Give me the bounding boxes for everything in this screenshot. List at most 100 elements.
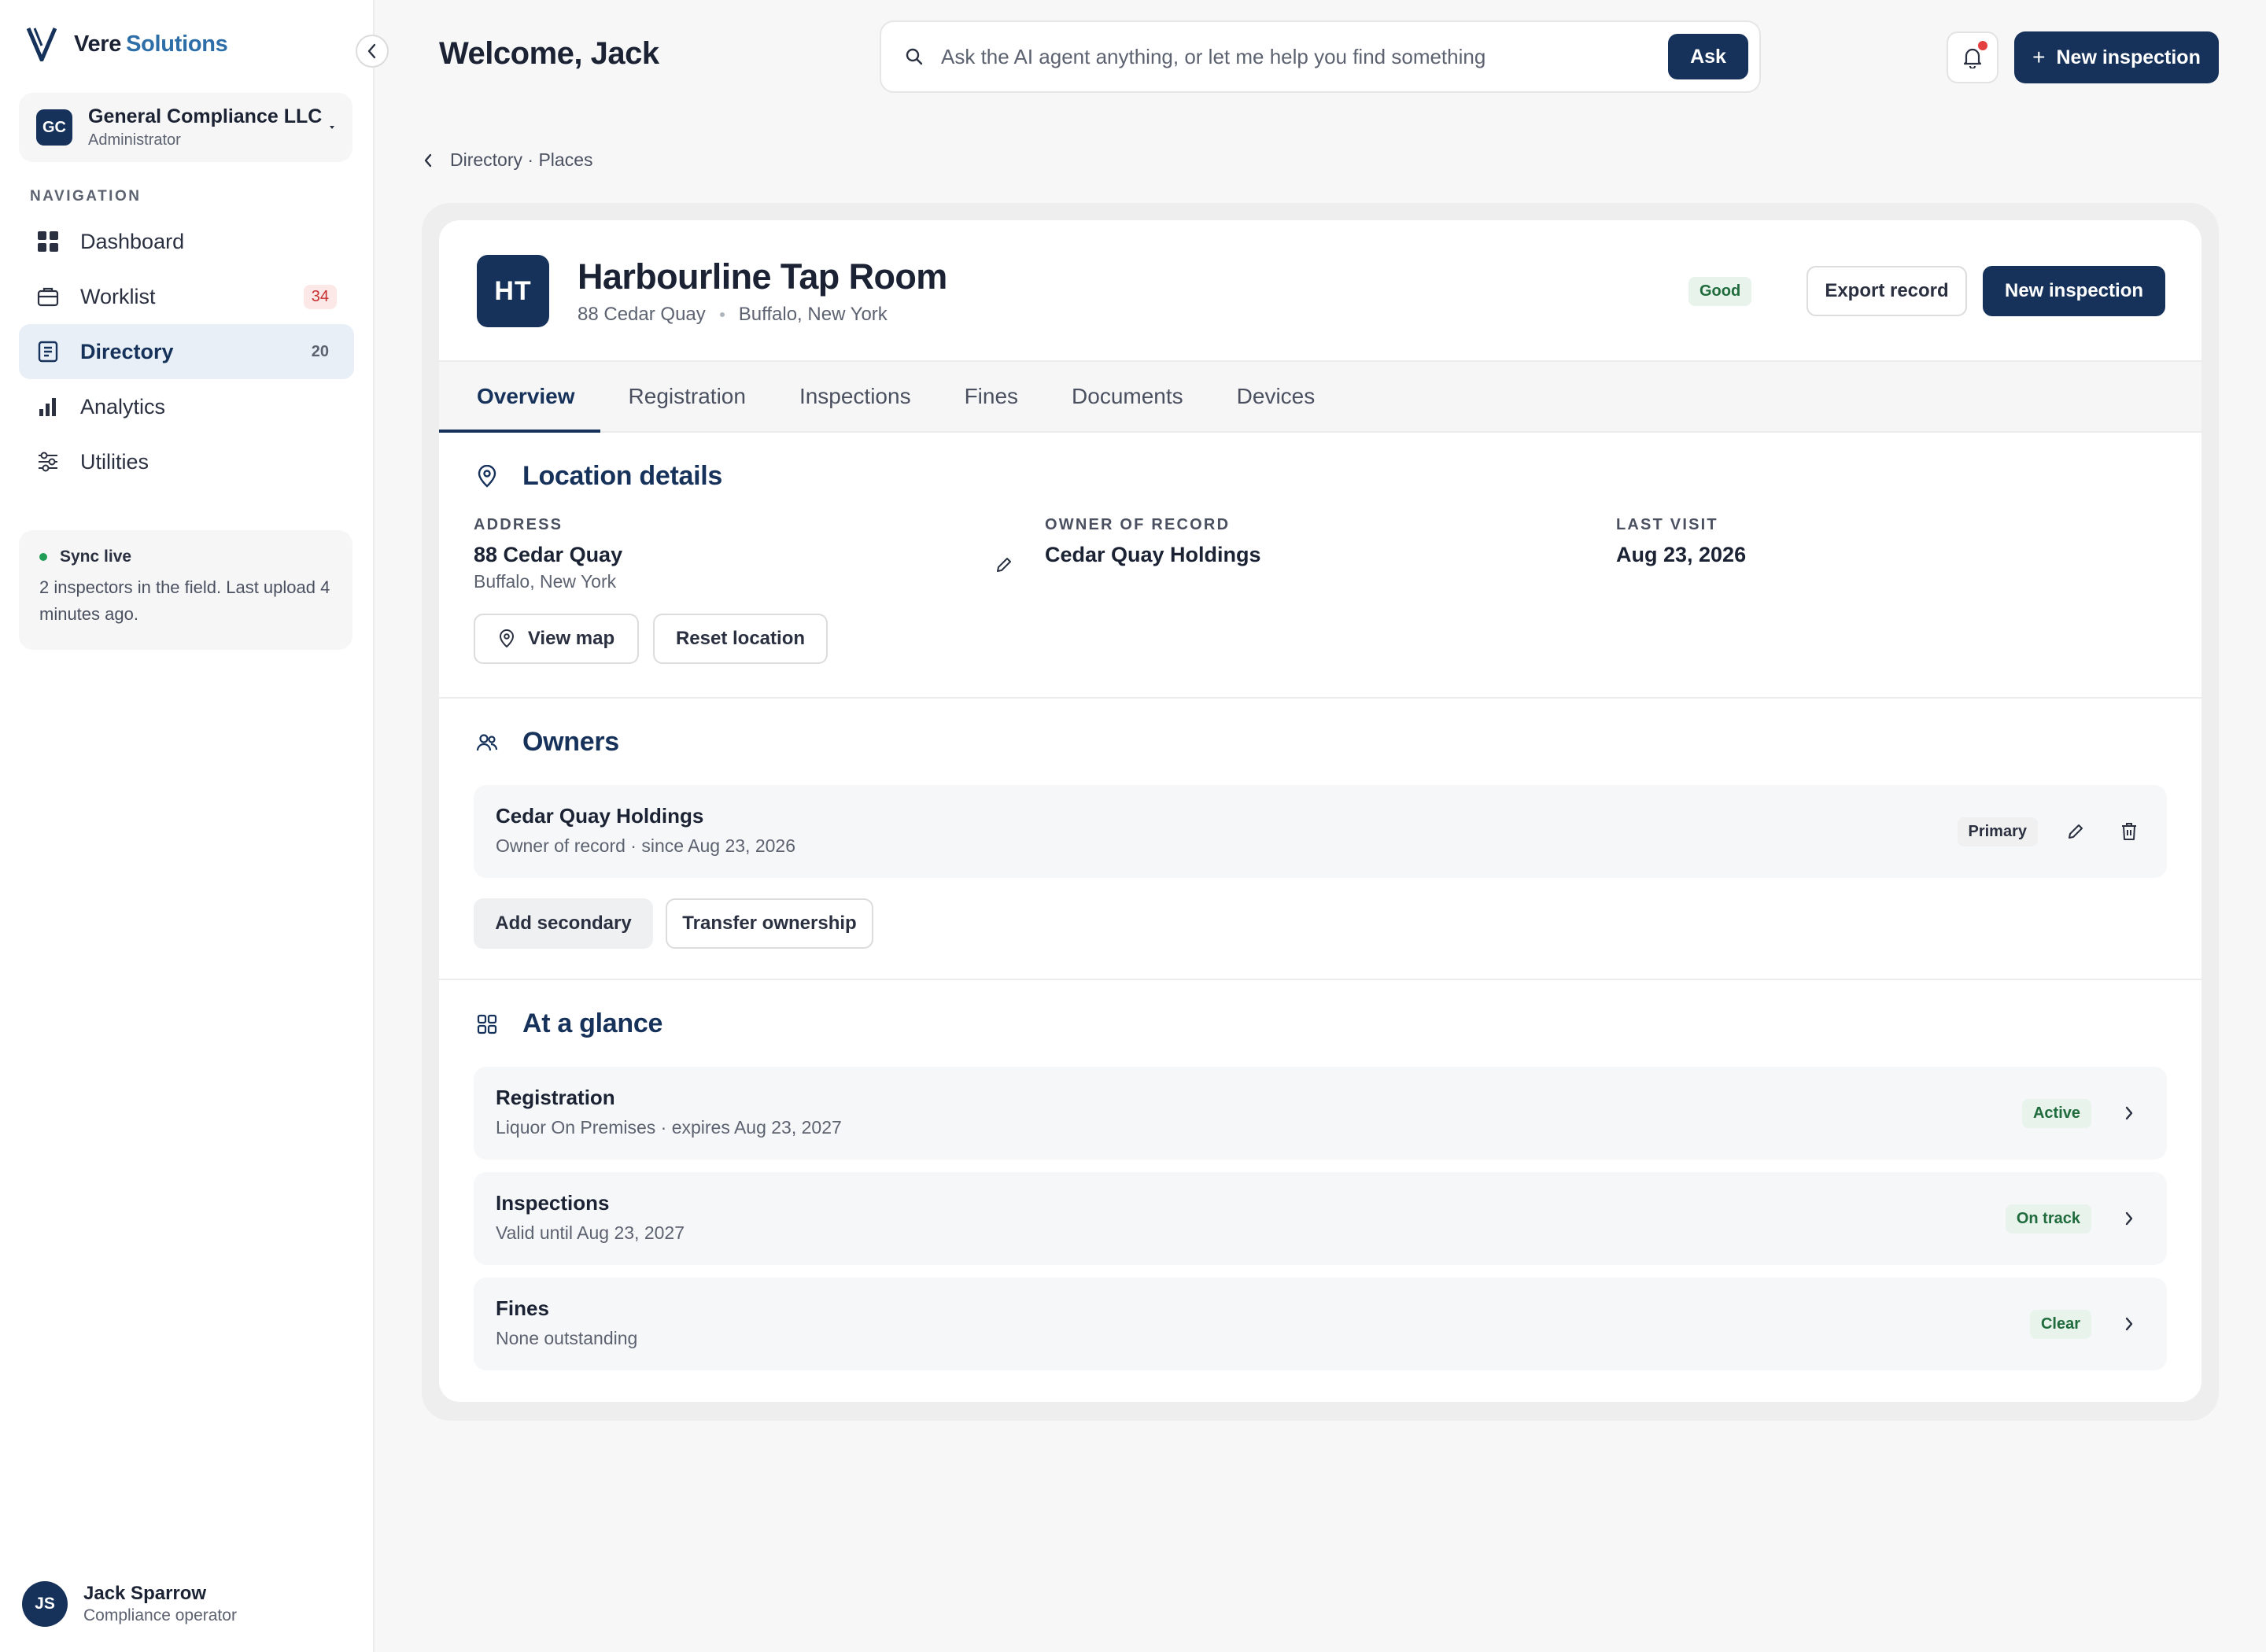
book-icon <box>36 340 60 363</box>
address-label: ADDRESS <box>474 516 563 533</box>
tab-devices[interactable]: Devices <box>1237 362 1316 431</box>
plus-icon: + <box>2032 45 2046 69</box>
owner-name: Cedar Quay Holdings <box>496 804 704 828</box>
new-inspection-header-button[interactable]: + New inspection <box>2014 31 2219 83</box>
place-header: HT Harbourline Tap Room 88 Cedar Quay Bu… <box>439 220 2201 362</box>
sync-status-card: Sync live 2 inspectors in the field. Las… <box>19 530 352 650</box>
nav-item-utilities[interactable]: Utilities <box>19 434 354 489</box>
org-avatar: GC <box>36 109 72 146</box>
breadcrumb-text: Directory · Places <box>450 149 593 170</box>
page-title: Welcome, Jack <box>439 36 659 71</box>
sync-title: Sync live <box>60 548 132 566</box>
bar-chart-icon <box>36 395 60 419</box>
reset-location-button[interactable]: Reset location <box>653 614 828 664</box>
org-name: General Compliance LLC <box>88 105 323 127</box>
nav-item-label: Analytics <box>80 394 166 419</box>
notification-dot <box>1978 41 1987 50</box>
glance-title: Registration <box>496 1086 615 1109</box>
ask-button[interactable]: Ask <box>1668 34 1748 79</box>
chevron-left-icon <box>367 43 376 59</box>
sync-text: 2 inspectors in the field. Last upload 4… <box>39 577 330 624</box>
worklist-count-badge: 34 <box>303 284 337 309</box>
owners-section-title: Owners <box>474 727 619 758</box>
location-section-title: Location details <box>474 461 722 492</box>
status-dot-icon <box>39 553 47 561</box>
place-address: 88 Cedar Quay Buffalo, New York <box>578 304 888 325</box>
owner-detail: Owner of record · since Aug 23, 2026 <box>496 835 795 856</box>
search-bar: Ask <box>880 20 1761 93</box>
place-name: Harbourline Tap Room <box>578 256 947 297</box>
search-input[interactable] <box>941 44 1668 69</box>
view-map-button[interactable]: View map <box>474 614 639 664</box>
tab-fines[interactable]: Fines <box>965 362 1018 431</box>
glance-section-title: At a glance <box>474 1009 662 1039</box>
status-badge: On track <box>2005 1204 2091 1233</box>
status-badge: Good <box>1688 277 1752 306</box>
tab-registration[interactable]: Registration <box>629 362 746 431</box>
place-avatar: HT <box>477 255 549 327</box>
grid-icon <box>36 230 60 253</box>
search-icon <box>906 48 923 65</box>
nav-heading: NAVIGATION <box>30 188 142 205</box>
map-pin-icon <box>499 629 514 648</box>
avatar: JS <box>22 1581 68 1627</box>
record-card: HT Harbourline Tap Room 88 Cedar Quay Bu… <box>439 220 2201 1402</box>
glance-detail: Valid until Aug 23, 2027 <box>496 1222 685 1243</box>
org-switcher[interactable]: GC General Compliance LLC Administrator <box>19 93 352 162</box>
last-visit-value: Aug 23, 2026 <box>1616 543 1747 566</box>
glance-title: Inspections <box>496 1191 610 1215</box>
users-icon <box>476 733 498 750</box>
brand-name: Vere Solutions <box>74 31 228 57</box>
glance-row-fines[interactable]: Fines None outstanding Clear <box>474 1278 2167 1370</box>
directory-count-badge: 20 <box>311 342 329 360</box>
glance-detail: None outstanding <box>496 1328 638 1348</box>
chevron-left-icon <box>424 153 432 167</box>
edit-address-button[interactable] <box>990 551 1018 579</box>
nav-item-directory[interactable]: Directory 20 <box>19 324 354 379</box>
status-badge: Clear <box>2029 1309 2091 1339</box>
export-record-button[interactable]: Export record <box>1807 266 1967 316</box>
sidebar: Vere Solutions GC General Compliance LLC … <box>0 0 375 1652</box>
briefcase-icon <box>36 285 60 308</box>
pencil-icon <box>997 558 1011 572</box>
trash-icon <box>2122 823 2136 840</box>
sliders-icon <box>36 450 60 474</box>
glance-detail: Liquor On Premises · expires Aug 23, 202… <box>496 1117 842 1138</box>
user-profile[interactable]: JS Jack Sparrow Compliance operator <box>22 1581 237 1627</box>
nav-item-analytics[interactable]: Analytics <box>19 379 354 434</box>
chevron-right-icon <box>2113 1308 2145 1340</box>
new-inspection-button[interactable]: New inspection <box>1983 266 2165 316</box>
tab-overview[interactable]: Overview <box>439 362 600 433</box>
nav-item-worklist[interactable]: Worklist 34 <box>19 269 354 324</box>
owner-value: Cedar Quay Holdings <box>1045 543 1261 566</box>
status-badge: Active <box>2021 1098 2091 1128</box>
org-role: Administrator <box>88 131 181 149</box>
owner-label: OWNER OF RECORD <box>1045 516 1231 533</box>
last-visit-label: LAST VISIT <box>1616 516 1718 533</box>
chevron-right-icon <box>2113 1097 2145 1129</box>
nav-item-dashboard[interactable]: Dashboard <box>19 214 354 269</box>
user-name: Jack Sparrow <box>83 1583 207 1604</box>
breadcrumb[interactable]: Directory · Places <box>423 149 592 171</box>
tab-bar: Overview Registration Inspections Fines … <box>439 362 2201 433</box>
tab-inspections[interactable]: Inspections <box>799 362 911 431</box>
chevron-right-icon <box>2113 1203 2145 1234</box>
nav-item-label: Utilities <box>80 449 149 474</box>
add-secondary-owner-button[interactable]: Add secondary <box>474 898 653 949</box>
tab-documents[interactable]: Documents <box>1072 362 1183 431</box>
edit-owner-button[interactable] <box>2060 816 2091 847</box>
collapse-sidebar-button[interactable] <box>356 35 389 68</box>
address-line1: 88 Cedar Quay <box>474 543 623 566</box>
map-pin-icon <box>478 464 496 488</box>
nav-list: Dashboard Worklist 34 Directory 20 Analy… <box>19 214 354 489</box>
notifications-button[interactable] <box>1947 31 1998 83</box>
delete-owner-button[interactable] <box>2113 816 2145 847</box>
brand[interactable]: Vere Solutions <box>27 27 228 61</box>
glance-row-inspections[interactable]: Inspections Valid until Aug 23, 2027 On … <box>474 1172 2167 1265</box>
glance-row-registration[interactable]: Registration Liquor On Premises · expire… <box>474 1067 2167 1160</box>
owner-row[interactable]: Cedar Quay Holdings Owner of record · si… <box>474 785 2167 878</box>
nav-item-label: Directory <box>80 339 174 363</box>
glance-title: Fines <box>496 1296 549 1320</box>
transfer-ownership-button[interactable]: Transfer ownership <box>666 898 873 949</box>
primary-badge: Primary <box>1957 817 2038 846</box>
